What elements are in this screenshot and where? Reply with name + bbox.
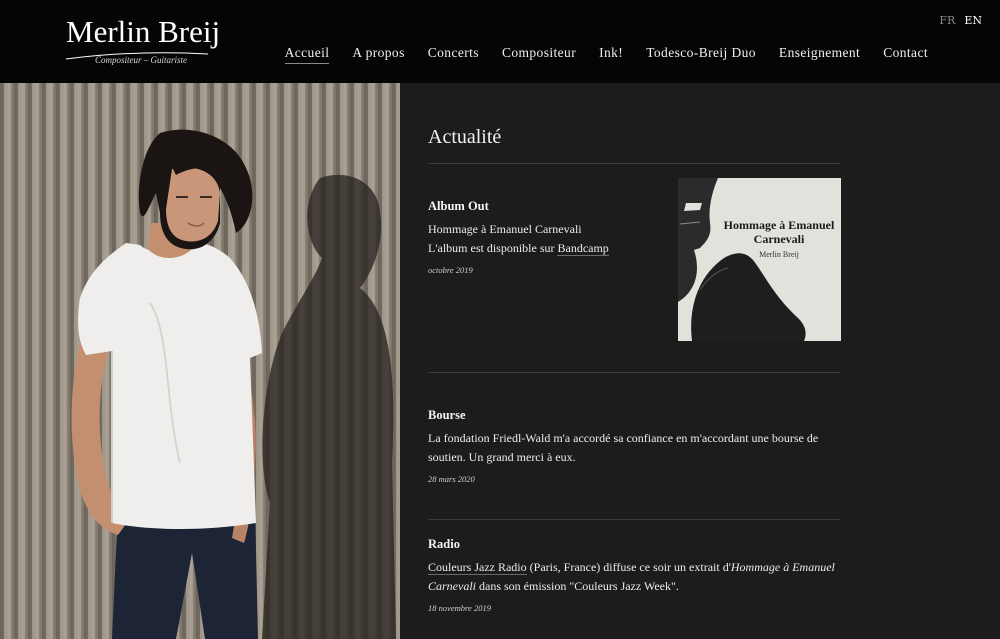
news-item-bourse: Bourse La fondation Friedl-Wald m'a acco… <box>428 408 840 484</box>
news-body: La fondation Friedl-Wald m'a accordé sa … <box>428 431 819 464</box>
divider <box>428 163 840 164</box>
news-body: Hommage à Emanuel Carnevali L'album est … <box>428 220 668 258</box>
logo-name: Merlin Breij <box>66 14 221 49</box>
news-text: (Paris, France) diffuse ce soir un extra… <box>526 560 731 574</box>
nav-contact[interactable]: Contact <box>883 45 928 64</box>
section-title: Actualité <box>428 126 502 148</box>
site-logo[interactable]: Merlin Breij Compositeur – Guitariste <box>64 14 220 70</box>
album-cover-artist: Merlin Breij <box>759 250 799 259</box>
news-text: Hommage à Emanuel Carnevali <box>428 222 582 236</box>
language-switcher: FR EN <box>939 14 982 27</box>
news-title: Bourse <box>428 408 466 422</box>
news-item-album: Album Out Hommage à Emanuel Carnevali L'… <box>428 199 668 275</box>
news-body: Couleurs Jazz Radio (Paris, France) diff… <box>428 558 840 596</box>
news-date: 18 novembre 2019 <box>428 603 491 613</box>
nav-ink[interactable]: Ink! <box>599 45 623 64</box>
news-date: 28 mars 2020 <box>428 474 475 484</box>
site-header: Merlin Breij Compositeur – Guitariste FR… <box>0 0 1000 83</box>
nav-accueil[interactable]: Accueil <box>284 45 330 64</box>
bandcamp-link[interactable]: Bandcamp <box>557 241 609 256</box>
lang-en[interactable]: EN <box>964 14 982 27</box>
couleurs-jazz-radio-link[interactable]: Couleurs Jazz Radio <box>428 560 527 575</box>
divider <box>428 519 840 520</box>
news-text: L'album est disponible sur <box>428 241 558 255</box>
nav-compositeur[interactable]: Compositeur <box>502 45 576 64</box>
lang-fr[interactable]: FR <box>939 14 955 27</box>
news-text: dans son émission "Couleurs Jazz Week". <box>476 579 679 593</box>
logo-tagline: Compositeur – Guitariste <box>95 55 188 65</box>
artist-portrait-photo <box>0 83 400 639</box>
news-section: Actualité Album Out Hommage à Emanuel Ca… <box>400 83 1000 639</box>
divider <box>428 372 840 373</box>
album-cover-title: Hommage à Emanuel Carnevali <box>723 218 835 246</box>
nav-enseignement[interactable]: Enseignement <box>779 45 860 64</box>
news-item-radio: Radio Couleurs Jazz Radio (Paris, France… <box>428 537 840 613</box>
nav-a-propos[interactable]: A propos <box>352 45 404 64</box>
nav-concerts[interactable]: Concerts <box>428 45 479 64</box>
album-cover-image[interactable]: Hommage à Emanuel Carnevali Merlin Breij <box>678 178 841 341</box>
nav-todesco-breij-duo[interactable]: Todesco-Breij Duo <box>646 45 756 64</box>
news-title: Album Out <box>428 199 489 213</box>
news-title: Radio <box>428 537 460 551</box>
news-date: octobre 2019 <box>428 265 473 275</box>
main-nav: Accueil A propos Concerts Compositeur In… <box>284 45 928 64</box>
